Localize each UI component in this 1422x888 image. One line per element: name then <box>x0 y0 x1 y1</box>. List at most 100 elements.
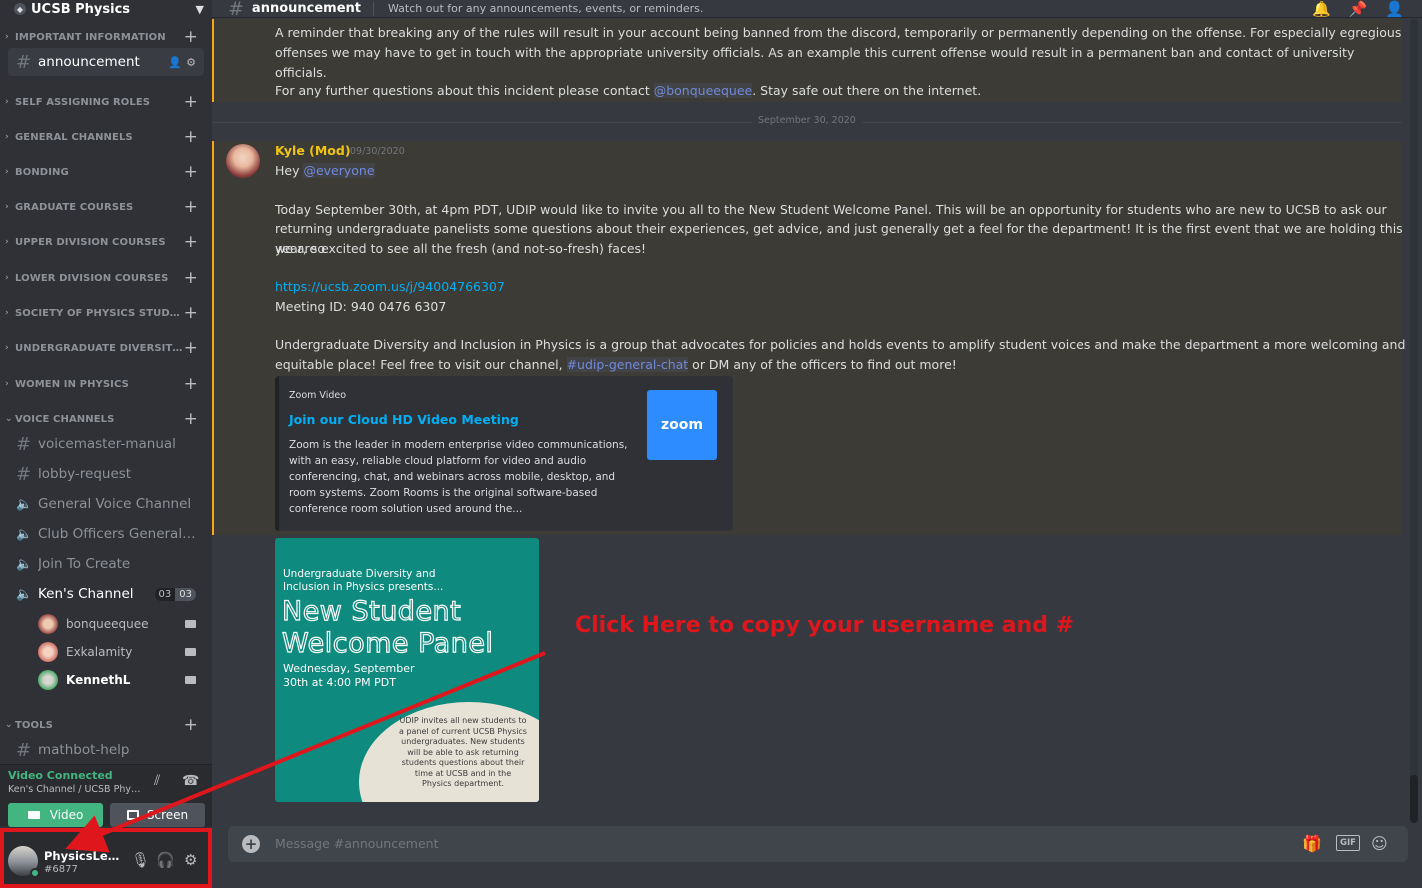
category-important-information[interactable]: › IMPORTANT INFORMATION + <box>0 27 212 47</box>
user-mention[interactable]: @bonqueequee <box>653 83 753 98</box>
message-input[interactable]: Message #announcement <box>275 836 438 851</box>
channel-voicemaster-manual[interactable]: # voicemaster-manual <box>8 430 204 458</box>
add-channel-icon[interactable]: + <box>184 198 198 216</box>
message-text: Today September 30th, at 4pm PDT, UDIP w… <box>275 202 1387 217</box>
bell-icon[interactable]: 🔔 <box>1312 0 1331 18</box>
scrollbar-thumb[interactable] <box>1410 775 1418 823</box>
category-lower-division-courses[interactable]: › LOWER DIVISION COURSES + <box>0 268 212 288</box>
member-list-icon[interactable]: 👤 <box>1385 0 1404 18</box>
gif-button[interactable]: GIF <box>1336 835 1360 851</box>
category-self-assigning-roles[interactable]: › SELF ASSIGNING ROLES + <box>0 92 212 112</box>
poster-intro: Undergraduate Diversity and Inclusion in… <box>283 568 444 593</box>
microphone-icon[interactable]: 🎙 <box>131 851 150 869</box>
event-poster-image[interactable]: Undergraduate Diversity and Inclusion in… <box>275 538 539 802</box>
add-channel-icon[interactable]: + <box>184 269 198 287</box>
user-settings-gear-icon[interactable]: ⚙ <box>184 851 197 869</box>
category-bonding[interactable]: › BONDING + <box>0 162 212 182</box>
disconnect-icon[interactable]: ☎ <box>182 773 199 789</box>
hash-icon: # <box>228 0 244 20</box>
video-button[interactable]: Video <box>8 803 103 827</box>
scrollbar-track[interactable] <box>1410 19 1418 823</box>
add-channel-icon[interactable]: + <box>184 28 198 46</box>
message-timestamp: 09/30/2020 <box>350 146 405 157</box>
message-composer[interactable]: + Message #announcement 🎁 GIF ☺ <box>228 826 1408 862</box>
attach-plus-icon[interactable]: + <box>242 835 260 853</box>
user-discriminator[interactable]: #6877 <box>44 864 78 875</box>
voice-connection-panel: Video Connected Ken's Channel / UCSB Phy… <box>0 764 212 827</box>
embed-title[interactable]: Join our Cloud HD Video Meeting <box>289 412 519 427</box>
add-channel-icon[interactable]: + <box>184 163 198 181</box>
add-channel-icon[interactable]: + <box>184 233 198 251</box>
add-channel-icon[interactable]: + <box>184 716 198 734</box>
chevron-right-icon: › <box>5 273 9 283</box>
voice-member[interactable]: KennethL <box>38 667 204 693</box>
chevron-right-icon: › <box>5 308 9 318</box>
category-general-channels[interactable]: › GENERAL CHANNELS + <box>0 127 212 147</box>
category-society-of-physics-students[interactable]: › SOCIETY OF PHYSICS STUDENTS + <box>0 303 212 323</box>
channel-join-to-create[interactable]: 🔈 Join To Create <box>8 550 204 578</box>
category-women-in-physics[interactable]: › WOMEN IN PHYSICS + <box>0 374 212 394</box>
channel-kens-channel[interactable]: 🔈 Ken's Channel 03 03 <box>8 580 204 608</box>
hash-icon: # <box>16 51 32 73</box>
author-avatar[interactable] <box>226 144 260 178</box>
speaker-icon: 🔈 <box>16 556 33 572</box>
category-undergraduate-diversity[interactable]: ›UNDERGRADUATE DIVERSITY IN ...+ <box>0 338 212 358</box>
message-author[interactable]: Kyle (Mod) <box>275 143 351 158</box>
chevron-right-icon: › <box>5 167 9 177</box>
gear-icon[interactable]: ⚙ <box>186 56 196 69</box>
add-channel-icon[interactable]: + <box>184 410 198 428</box>
headphones-icon[interactable]: 🎧 <box>156 851 175 869</box>
channel-mathbot-help[interactable]: # mathbot-help <box>8 736 204 764</box>
embed-description: Zoom is the leader in modern enterprise … <box>289 439 628 515</box>
video-camera-icon <box>27 811 40 819</box>
channel-general-voice[interactable]: 🔈 General Voice Channel <box>8 490 204 518</box>
category-upper-division-courses[interactable]: › UPPER DIVISION COURSES + <box>0 232 212 252</box>
channel-announcement[interactable]: # announcement 👤 ⚙ <box>8 48 204 76</box>
hash-icon: # <box>16 739 32 761</box>
chevron-right-icon: › <box>5 343 9 353</box>
voice-status[interactable]: Video Connected <box>8 769 113 782</box>
add-channel-icon[interactable]: + <box>184 375 198 393</box>
gift-icon[interactable]: 🎁 <box>1302 834 1322 853</box>
add-channel-icon[interactable]: + <box>184 339 198 357</box>
channel-mention[interactable]: #udip-general-chat <box>566 357 689 372</box>
channel-lobby-request[interactable]: # lobby-request <box>8 460 204 488</box>
everyone-mention[interactable]: @everyone <box>303 163 375 178</box>
divider <box>373 1 374 16</box>
avatar <box>38 642 58 662</box>
voice-member[interactable]: Exkalamity <box>38 639 204 665</box>
chevron-right-icon: › <box>5 237 9 247</box>
chevron-right-icon: › <box>5 32 9 42</box>
screen-icon <box>126 810 139 820</box>
message-text: Undergraduate Diversity and Inclusion in… <box>275 337 1406 352</box>
category-graduate-courses[interactable]: › GRADUATE COURSES + <box>0 197 212 217</box>
emoji-icon[interactable]: ☺ <box>1371 834 1388 853</box>
add-channel-icon[interactable]: + <box>184 128 198 146</box>
hash-icon: # <box>16 433 32 455</box>
user-panel[interactable]: PhysicsLege... #6877 🎙 🎧 ⚙ <box>0 828 212 888</box>
camera-icon <box>185 648 196 656</box>
message-text: offenses we may have to get in touch wit… <box>275 45 1355 80</box>
channel-club-officers[interactable]: 🔈Club Officers General Vo... <box>8 520 204 548</box>
chevron-down-icon[interactable]: ▼ <box>196 3 204 16</box>
add-channel-icon[interactable]: + <box>184 93 198 111</box>
speaker-icon: 🔈 <box>16 496 33 512</box>
category-voice-channels[interactable]: ⌄ VOICE CHANNELS + <box>0 409 212 429</box>
zoom-logo[interactable]: zoom <box>647 390 717 460</box>
user-avatar[interactable] <box>8 846 40 878</box>
message-text: equitable place! Feel free to visit our … <box>275 357 957 372</box>
chevron-right-icon: › <box>5 132 9 142</box>
avatar <box>38 614 58 634</box>
add-channel-icon[interactable]: + <box>184 304 198 322</box>
message-text: For any further questions about this inc… <box>275 83 982 98</box>
screen-share-button[interactable]: Screen <box>110 803 205 827</box>
category-tools[interactable]: ⌄ TOOLS + <box>0 715 212 735</box>
poster-blurb: UDIP invites all new students to a panel… <box>399 716 527 788</box>
zoom-link[interactable]: https://ucsb.zoom.us/j/94004766307 <box>275 277 505 297</box>
voice-member[interactable]: bonqueequee <box>38 611 204 637</box>
invite-icon[interactable]: 👤 <box>168 56 182 69</box>
pin-icon[interactable]: 📌 <box>1349 0 1368 18</box>
noise-suppression-icon[interactable]: ⫽ <box>154 773 160 789</box>
server-header[interactable]: ◆ UCSB Physics ▼ <box>0 0 212 18</box>
username[interactable]: PhysicsLege... <box>44 849 120 863</box>
